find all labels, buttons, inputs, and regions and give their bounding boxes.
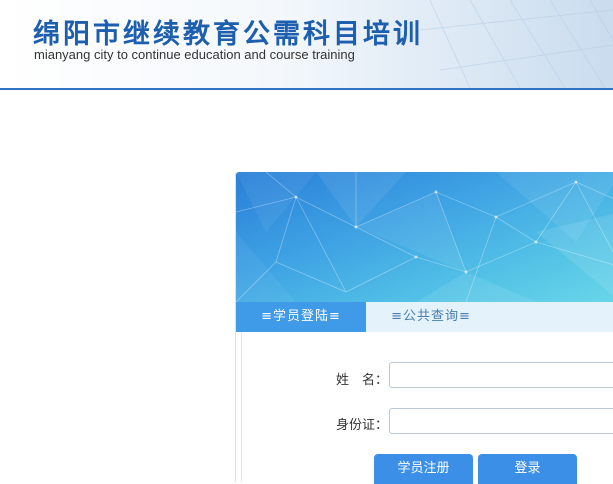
id-card-label: 身份证： [335, 418, 388, 433]
site-subtitle: mianyang city to continue education and … [34, 47, 355, 62]
id-card-input[interactable] [389, 408, 613, 434]
site-header: 绵阳市继续教育公需科目培训 mianyang city to continue … [0, 0, 613, 90]
login-banner [236, 172, 613, 302]
register-button[interactable]: 学员注册 [374, 454, 473, 484]
name-input[interactable] [389, 362, 613, 388]
login-tabs: ≡学员登陆≡ ≡公共查询≡ [236, 302, 613, 332]
login-form: 姓 名： 身份证： 学员注册 登录 [241, 332, 613, 484]
login-button[interactable]: 登录 [478, 454, 577, 484]
banner-pattern [236, 172, 613, 302]
tab-student-login[interactable]: ≡学员登陆≡ [236, 302, 366, 332]
login-panel: ≡学员登陆≡ ≡公共查询≡ 姓 名： 身份证： 学员注册 登录 [235, 172, 613, 484]
tab-public-query[interactable]: ≡公共查询≡ [366, 302, 496, 332]
name-label: 姓 名： [335, 373, 388, 388]
site-title: 绵阳市继续教育公需科目培训 [33, 19, 423, 50]
